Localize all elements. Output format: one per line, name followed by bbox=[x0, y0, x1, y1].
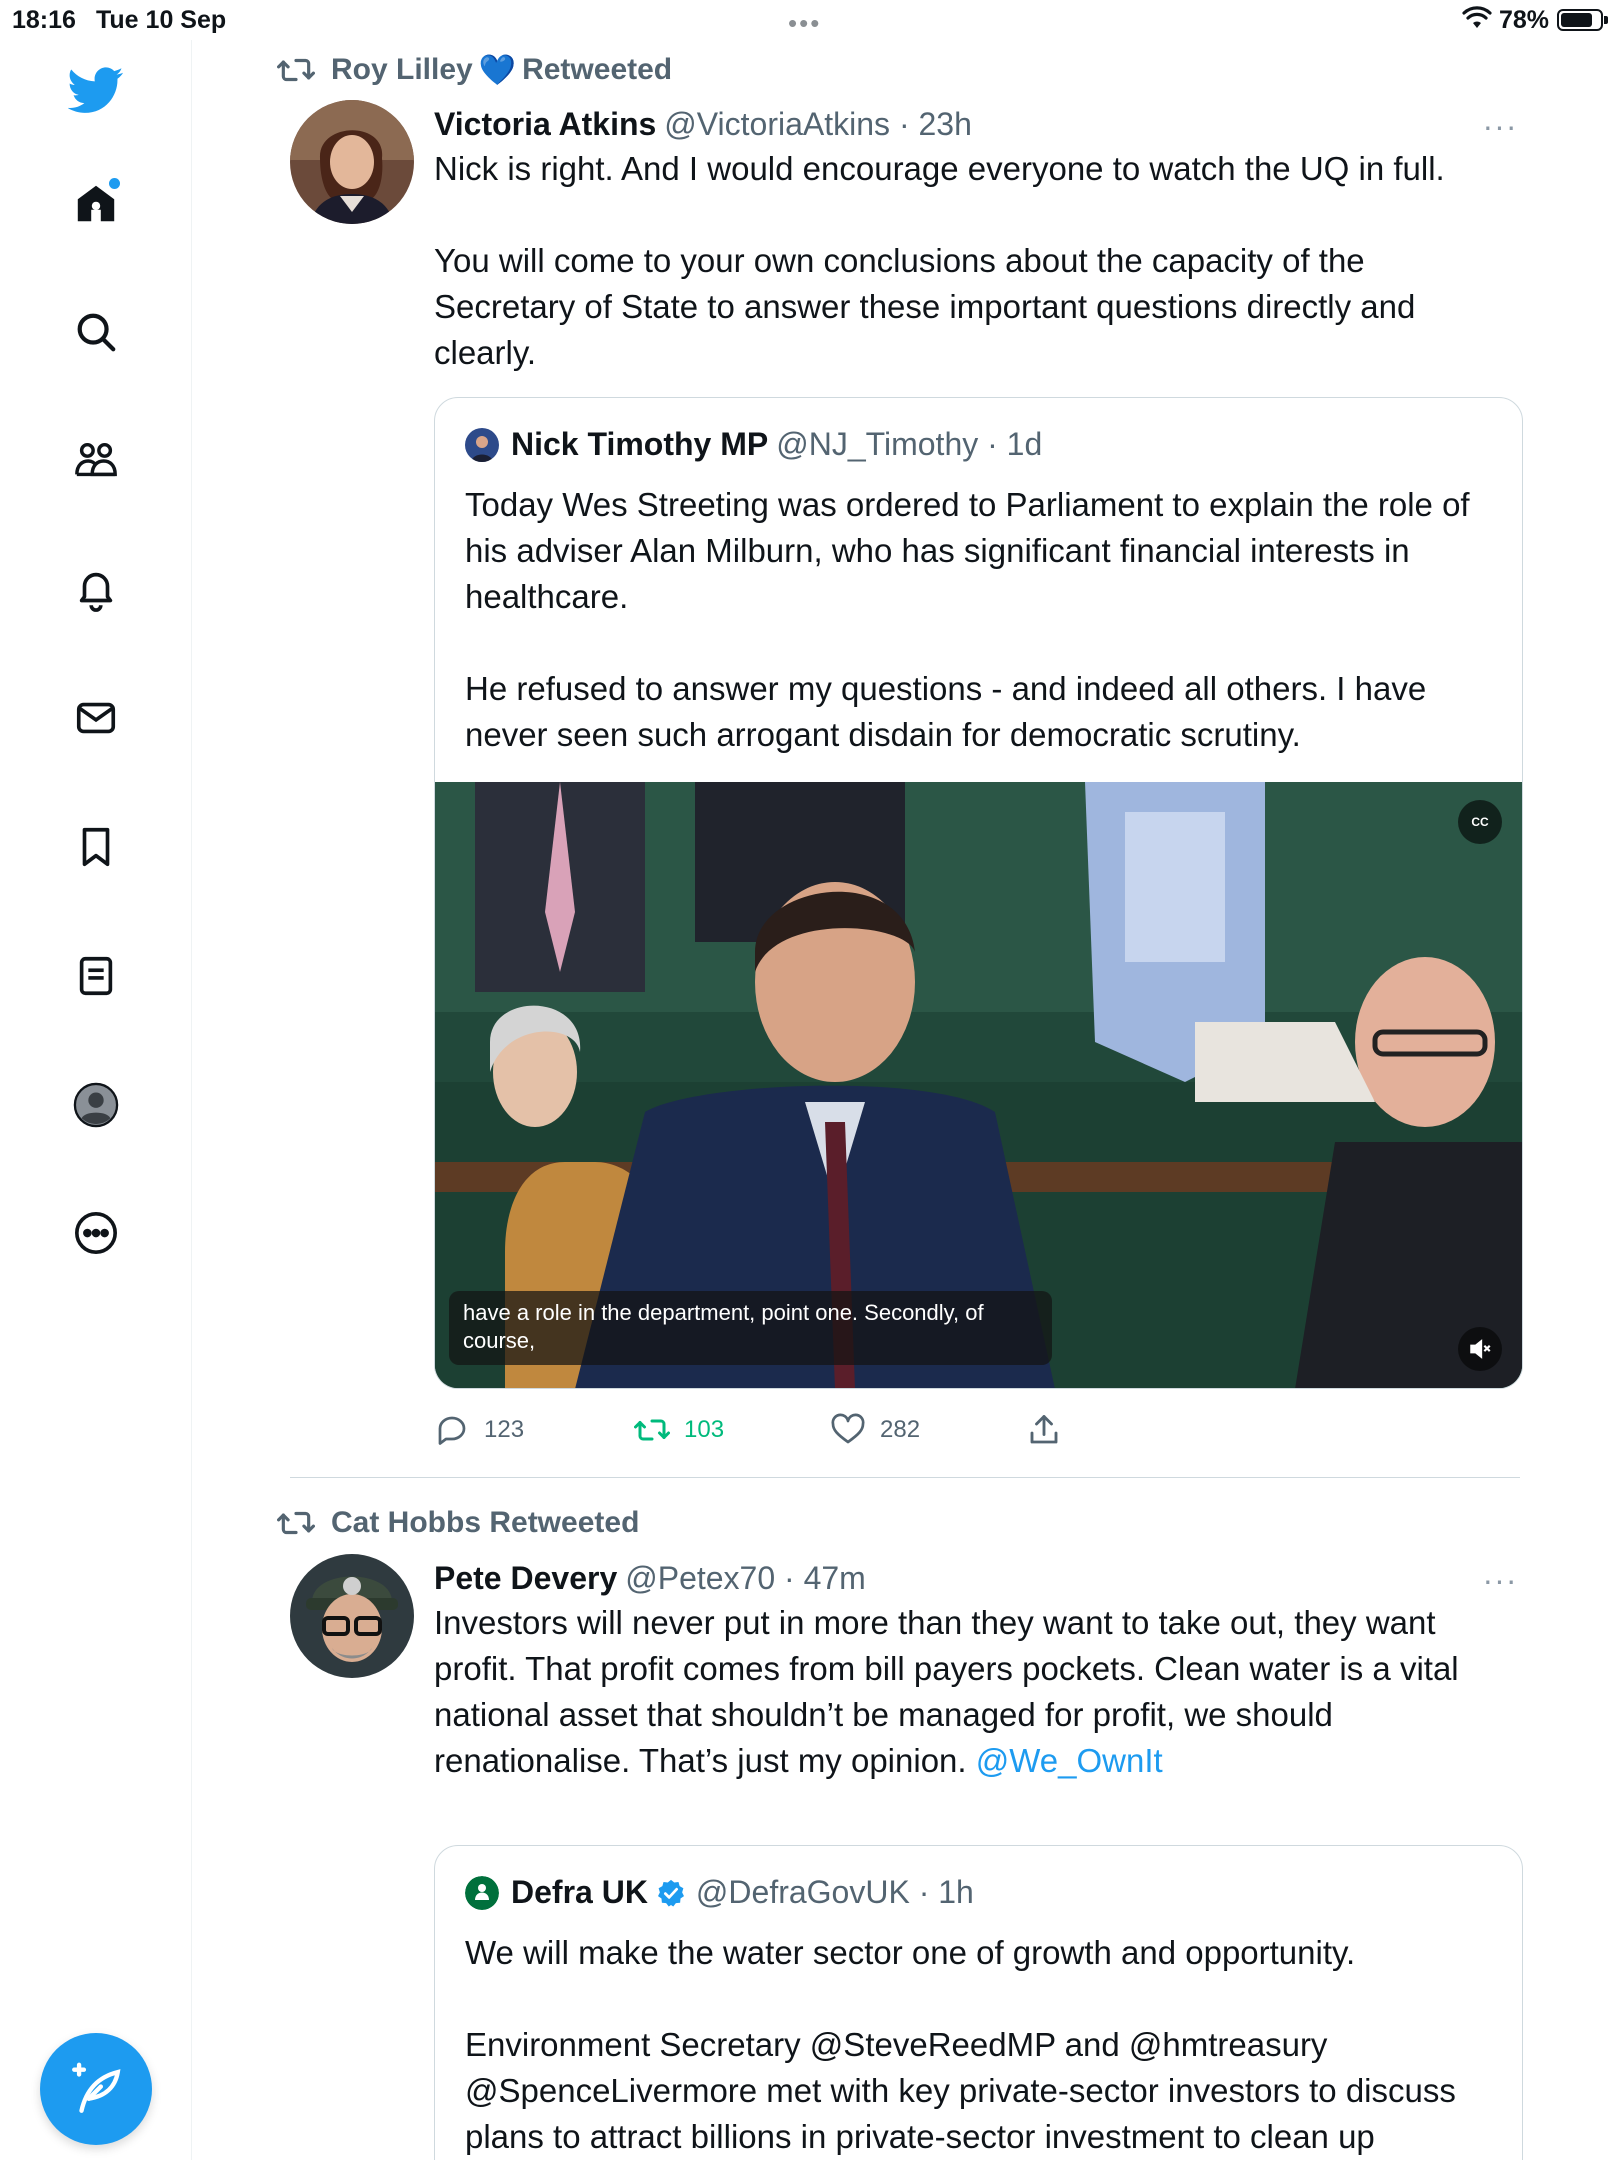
separator-dot: · bbox=[909, 1874, 939, 1910]
lists-icon[interactable] bbox=[60, 940, 132, 1012]
retweet-button[interactable]: 103 bbox=[634, 1412, 724, 1448]
multitasking-dots-icon[interactable]: ••• bbox=[788, 8, 821, 39]
communities-icon[interactable] bbox=[60, 425, 132, 497]
profile-icon[interactable] bbox=[60, 1069, 132, 1141]
mail-icon[interactable] bbox=[60, 682, 132, 754]
cc-label: CC bbox=[1471, 815, 1489, 829]
author-handle[interactable]: @VictoriaAtkins bbox=[664, 106, 890, 143]
status-bar: 18:16 Tue 10 Sep ••• 78% bbox=[0, 0, 1620, 40]
compose-feather-icon bbox=[72, 2062, 121, 2113]
separator-dot: · bbox=[775, 1560, 804, 1596]
retweet-icon bbox=[277, 58, 315, 82]
tweet-header: Victoria Atkins @VictoriaAtkins · 23h bbox=[434, 106, 972, 146]
notification-dot bbox=[109, 178, 120, 189]
author-name[interactable]: Pete Devery bbox=[434, 1560, 617, 1597]
status-time: 18:16 bbox=[12, 6, 76, 34]
author-handle[interactable]: @Petex70 bbox=[625, 1560, 775, 1597]
video-player[interactable]: CC have a role in the department, point … bbox=[435, 782, 1522, 1388]
quote-header: Nick Timothy MP @NJ_Timothy · 1d bbox=[465, 426, 1042, 463]
quote-author-name: Defra UK bbox=[511, 1874, 648, 1910]
author-name[interactable]: Victoria Atkins bbox=[434, 106, 656, 143]
quoted-tweet[interactable]: Defra UK @DefraGovUK · 1h We will make t… bbox=[434, 1845, 1523, 2160]
quote-paragraph: We will make the water sector one of gro… bbox=[465, 1934, 1356, 1971]
bell-icon[interactable] bbox=[60, 553, 132, 625]
avatar[interactable] bbox=[290, 1554, 414, 1678]
retweeted-by-name: Cat Hobbs bbox=[331, 1506, 481, 1539]
like-button[interactable]: 282 bbox=[830, 1412, 920, 1448]
search-icon[interactable] bbox=[60, 296, 132, 368]
more-options-icon[interactable]: ··· bbox=[1480, 108, 1520, 148]
quote-author-handle: @DefraGovUK bbox=[695, 1874, 910, 1910]
tweet-paragraph: Nick is right. And I would encourage eve… bbox=[434, 150, 1445, 187]
quote-time: 1d bbox=[1006, 426, 1043, 462]
quote-paragraph: Today Wes Streeting was ordered to Parli… bbox=[465, 486, 1470, 615]
quote-paragraph: He refused to answer my questions - and … bbox=[465, 670, 1427, 753]
home-icon[interactable] bbox=[60, 168, 132, 240]
tweet-actions: 123 103 282 bbox=[434, 1410, 1134, 1450]
heart-icon bbox=[831, 1413, 865, 1444]
bookmark-icon[interactable] bbox=[60, 811, 132, 883]
quoted-tweet[interactable]: Nick Timothy MP @NJ_Timothy · 1d Today W… bbox=[434, 397, 1523, 1389]
quote-text: We will make the water sector one of gro… bbox=[465, 1930, 1495, 2160]
quote-text: Today Wes Streeting was ordered to Parli… bbox=[465, 482, 1495, 804]
reply-button[interactable]: 123 bbox=[434, 1412, 524, 1448]
retweeted-by-name: Roy Lilley bbox=[331, 53, 473, 86]
more-circle-icon[interactable] bbox=[60, 1197, 132, 1269]
avatar[interactable] bbox=[290, 100, 414, 224]
retweet-context[interactable]: Cat Hobbs Retweeted bbox=[277, 1505, 639, 1541]
tweet-divider bbox=[290, 1477, 1520, 1478]
timeline: Roy Lilley 💙 Retweeted Victoria Atkins @… bbox=[193, 40, 1620, 2160]
quote-avatar bbox=[465, 1875, 499, 1910]
twitter-bird-icon[interactable] bbox=[60, 54, 132, 126]
mute-button[interactable] bbox=[1458, 1327, 1502, 1371]
retweet-icon bbox=[634, 1419, 670, 1441]
quote-header: Defra UK @DefraGovUK · 1h bbox=[465, 1874, 974, 1911]
battery-percent: 78% bbox=[1499, 6, 1550, 34]
like-count: 282 bbox=[880, 1416, 921, 1443]
retweet-context[interactable]: Roy Lilley 💙 Retweeted bbox=[277, 52, 672, 88]
tweet-time[interactable]: 47m bbox=[804, 1560, 866, 1597]
compose-button[interactable] bbox=[40, 2033, 152, 2145]
share-button[interactable] bbox=[1026, 1412, 1076, 1448]
retweeted-label: Retweeted bbox=[489, 1506, 640, 1539]
more-options-icon[interactable]: ··· bbox=[1480, 1562, 1520, 1602]
retweet-icon bbox=[277, 1511, 315, 1535]
quote-avatar bbox=[465, 427, 499, 462]
quote-time: 1h bbox=[938, 1874, 974, 1910]
quote-author-name: Nick Timothy MP bbox=[511, 426, 769, 462]
separator-dot: · bbox=[978, 426, 1007, 462]
blue-heart-icon: 💙 bbox=[478, 53, 517, 87]
separator-dot: · bbox=[890, 106, 919, 142]
reply-icon bbox=[438, 1416, 466, 1445]
tweet-text: Investors will never put in more than th… bbox=[434, 1600, 1514, 1784]
retweet-count: 103 bbox=[684, 1416, 725, 1443]
quote-author-handle: @NJ_Timothy bbox=[776, 426, 979, 462]
verified-badge-icon bbox=[657, 1879, 684, 1906]
share-icon bbox=[1030, 1415, 1058, 1444]
closed-captions-button[interactable]: CC bbox=[1458, 800, 1502, 844]
tweet-paragraph: Investors will never put in more than th… bbox=[434, 1604, 1459, 1779]
battery-icon bbox=[1557, 9, 1608, 31]
tweet-text: Nick is right. And I would encourage eve… bbox=[434, 146, 1514, 422]
mention-link[interactable]: @We_OwnIt bbox=[976, 1742, 1163, 1779]
tweet-time[interactable]: 23h bbox=[918, 106, 971, 143]
wifi-icon bbox=[1462, 6, 1492, 28]
retweeted-label: Retweeted bbox=[522, 53, 673, 86]
tweet-header: Pete Devery @Petex70 · 47m bbox=[434, 1560, 866, 1600]
video-caption: have a role in the department, point one… bbox=[449, 1291, 1052, 1365]
reply-count: 123 bbox=[484, 1416, 525, 1443]
quote-paragraph: Environment Secretary @SteveReedMP and @… bbox=[465, 2026, 1456, 2155]
status-date: Tue 10 Sep bbox=[96, 6, 227, 34]
tweet-paragraph: You will come to your own conclusions ab… bbox=[434, 242, 1416, 371]
sidebar bbox=[0, 40, 192, 2160]
speaker-muted-icon bbox=[1470, 1339, 1491, 1359]
